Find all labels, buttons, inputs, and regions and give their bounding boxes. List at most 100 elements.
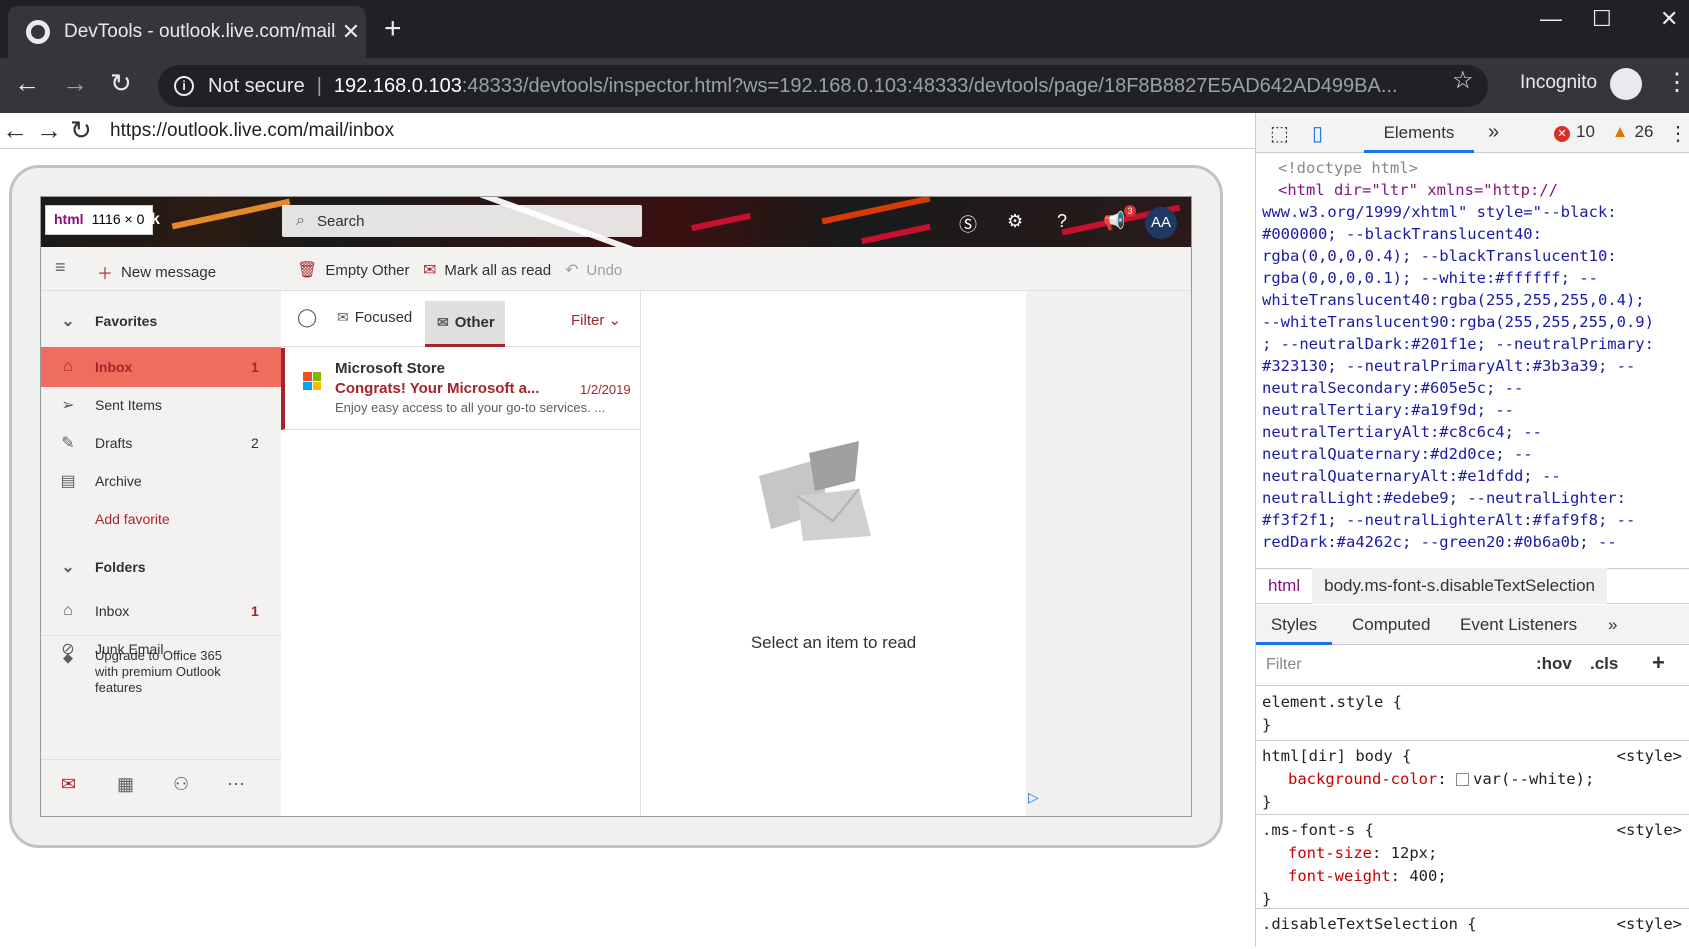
back-icon[interactable]: ← (14, 68, 40, 99)
reload-icon[interactable]: ↻ (70, 115, 92, 146)
empty-other-button[interactable]: 🗑 Empty Other (297, 260, 410, 280)
filter-button[interactable]: Filter ⌄ (571, 311, 621, 329)
cls-toggle[interactable]: .cls (1590, 654, 1618, 674)
incognito-label: Incognito (1520, 72, 1598, 93)
new-message-button[interactable]: ＋ New message (97, 260, 216, 284)
favorites-header[interactable]: ⌄ Favorites (41, 301, 281, 341)
tab-close-button[interactable]: ✕ (336, 19, 366, 45)
issues-counter[interactable]: ✕ 10 ▲ 26 (1554, 122, 1653, 142)
tab-title: DevTools - outlook.live.com/mail/ (64, 21, 336, 42)
list-item[interactable]: Microsoft Store Congrats! Your Microsoft… (281, 348, 641, 430)
tab-styles[interactable]: Styles (1256, 605, 1332, 645)
megaphone-icon[interactable]: 📢 (1103, 211, 1125, 232)
gear-icon[interactable]: ⚙ (1007, 211, 1023, 232)
styles-filter-input[interactable]: Filter (1262, 652, 1512, 680)
security-label: Not secure (208, 74, 305, 97)
devtools-menu-icon[interactable]: ⋮ (1668, 121, 1688, 146)
more-tabs-icon[interactable]: » (1608, 615, 1617, 635)
rule-element-style[interactable]: element.style { } (1256, 687, 1689, 741)
skype-icon[interactable]: Ⓢ (959, 211, 977, 237)
browser-menu-icon[interactable]: ⋮ (1665, 68, 1689, 97)
bookmark-star-icon[interactable]: ☆ (1452, 66, 1474, 95)
minimize-button[interactable]: — (1540, 6, 1562, 32)
ad-pane: ▷ (1026, 291, 1191, 816)
browser-titlebar: DevTools - outlook.live.com/mail/ ✕ + — … (0, 0, 1689, 58)
address-bar[interactable]: i Not secure | 192.168.0.103 :48333/devt… (158, 65, 1488, 107)
adchoices-icon[interactable]: ▷ (1028, 789, 1039, 806)
screencast-url[interactable]: https://outlook.live.com/mail/inbox (110, 120, 394, 142)
rule-html-body[interactable]: html[dir] body { <style> background-colo… (1256, 741, 1689, 815)
module-switcher: ✉ ▦ ⚇ ⋯ (41, 759, 281, 809)
styles-subtabs: Styles Computed Event Listeners » (1256, 605, 1689, 645)
sidebar-item-inbox[interactable]: ⌂ Inbox 1 (41, 347, 281, 387)
devtools-panel: ⬚ ▯ Elements » ✕ 10 ▲ 26 ⋮ <!doctype html>… (1255, 113, 1689, 947)
folder-pane: ⌄ Favorites ⌂ Inbox 1 ➢ Sent Items ✎ Drafts 2 … (41, 291, 281, 816)
sidebar-item-drafts[interactable]: ✎ Drafts 2 (41, 423, 281, 463)
url-path: :48333/devtools/inspector.html?ws=192.16… (461, 74, 1398, 97)
maximize-button[interactable]: ☐ (1592, 6, 1612, 32)
more-tabs-icon[interactable]: » (1488, 121, 1499, 144)
tab-computed[interactable]: Computed (1352, 615, 1430, 635)
upgrade-promo[interactable]: ◆ Upgrade to Office 365 with premium Out… (41, 635, 281, 705)
hov-toggle[interactable]: :hov (1536, 654, 1572, 674)
rule-disable-text-selection[interactable]: .disableTextSelection { <style> (1256, 909, 1689, 949)
new-tab-button[interactable]: + (384, 14, 402, 44)
new-rule-icon[interactable]: + (1652, 650, 1665, 676)
sidebar-item-sent[interactable]: ➢ Sent Items (41, 385, 281, 425)
select-all-icon[interactable]: ◯ (297, 307, 317, 328)
styles-filter-bar: Filter :hov .cls + (1256, 646, 1689, 686)
inbox-icon: ⌂ (63, 602, 73, 619)
dom-tree[interactable]: <!doctype html> <html dir="ltr" xmlns="h… (1262, 157, 1684, 567)
element-size-tooltip: html 1116 × 0 (45, 205, 154, 235)
inbox-icon: ⌂ (63, 358, 73, 375)
devtools-toolbar: ⬚ ▯ Elements » ✕ 10 ▲ 26 ⋮ (1256, 113, 1689, 153)
breadcrumb-html[interactable]: html (1256, 576, 1312, 596)
back-icon[interactable]: ← (2, 115, 28, 146)
focused-icon: ✉ (337, 309, 349, 325)
tab-elements[interactable]: Elements (1364, 113, 1474, 153)
rule-ms-font-s[interactable]: .ms-font-s { <style> font-size: 12px; fo… (1256, 815, 1689, 909)
people-icon[interactable]: ⚇ (173, 774, 189, 795)
tab-focused[interactable]: ✉ Focused (337, 309, 412, 326)
calendar-icon[interactable]: ▦ (117, 774, 134, 795)
device-toggle-icon[interactable]: ▯ (1312, 121, 1323, 146)
incognito-icon[interactable] (1610, 68, 1642, 100)
browser-toolbar: ← → ↻ i Not secure | 192.168.0.103 :4833… (0, 58, 1689, 113)
chevron-down-icon: ⌄ (61, 313, 75, 330)
app-name-fragment: k (151, 211, 160, 228)
color-swatch[interactable] (1455, 773, 1469, 786)
envelope-icon: ✉ (437, 314, 449, 330)
warning-icon: ▲ (1611, 122, 1629, 141)
avatar[interactable]: AA (1145, 207, 1177, 239)
undo-button[interactable]: ↶ Undo (565, 260, 622, 280)
browser-tab[interactable]: DevTools - outlook.live.com/mail/ ✕ (8, 6, 366, 58)
mark-all-read-button[interactable]: ✉ Mark all as read (423, 260, 551, 280)
hamburger-icon[interactable]: ≡ (55, 257, 66, 278)
forward-icon[interactable]: → (62, 68, 88, 99)
more-icon[interactable]: ⋯ (227, 774, 245, 795)
folders-header[interactable]: ⌄ Folders (41, 547, 281, 587)
tab-other[interactable]: ✉ Other (425, 301, 505, 347)
add-favorite-link[interactable]: Add favorite (41, 499, 281, 539)
search-input[interactable]: ⌕ Search (282, 205, 642, 237)
sidebar-item-archive[interactable]: ▤ Archive (41, 461, 281, 501)
send-icon: ➢ (61, 397, 75, 414)
chevron-down-icon: ⌄ (61, 559, 75, 576)
forward-icon[interactable]: → (36, 115, 62, 146)
notification-badge: 3 (1124, 205, 1136, 217)
info-icon[interactable]: i (174, 76, 194, 96)
mail-icon[interactable]: ✉ (61, 774, 76, 795)
close-window-button[interactable]: ✕ (1660, 6, 1678, 32)
outlook-header: html 1116 × 0 k ⌕ Search Ⓢ ⚙ ? 📢 3 AA (41, 197, 1191, 247)
reading-pane: Select an item to read (641, 291, 1026, 816)
breadcrumb-body[interactable]: body.ms-font-s.disableTextSelection (1312, 568, 1607, 604)
envelopes-illustration (759, 441, 871, 541)
inspect-icon[interactable]: ⬚ (1270, 121, 1289, 146)
help-icon[interactable]: ? (1057, 211, 1067, 232)
url-host: 192.168.0.103 (333, 74, 462, 97)
archive-icon: ▤ (60, 473, 76, 490)
tab-event-listeners[interactable]: Event Listeners (1460, 615, 1577, 635)
reload-icon[interactable]: ↻ (110, 68, 132, 99)
sidebar-item-folders-inbox[interactable]: ⌂ Inbox 1 (41, 591, 281, 631)
pencil-icon: ✎ (61, 435, 75, 452)
